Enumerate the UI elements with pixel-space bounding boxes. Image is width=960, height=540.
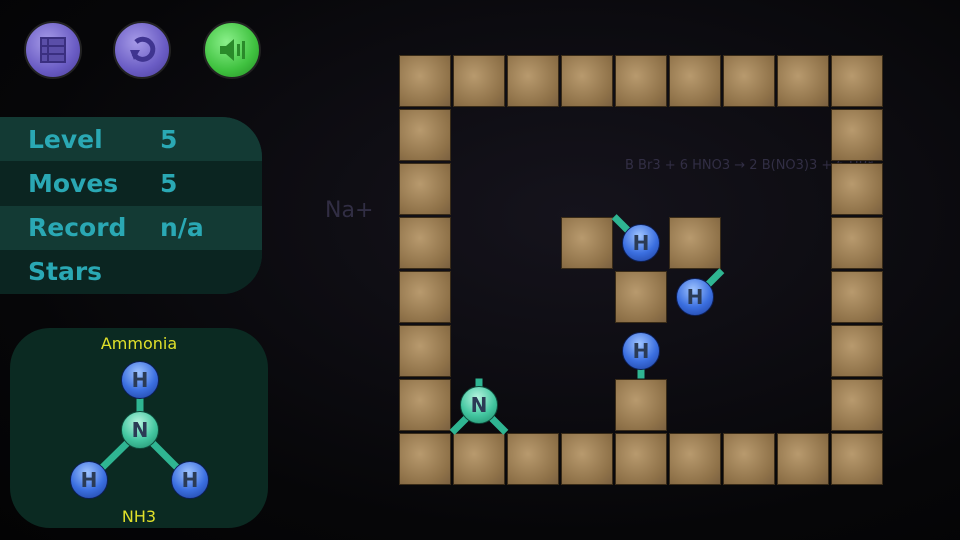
molecule-formula: NH3 bbox=[121, 507, 157, 526]
wall-tile bbox=[669, 433, 721, 485]
record-value: n/a bbox=[160, 213, 204, 243]
wall-tile bbox=[453, 433, 505, 485]
level-value: 5 bbox=[160, 124, 178, 154]
background-ion: Na+ bbox=[325, 198, 374, 223]
hydrogen-atom: H bbox=[70, 461, 108, 499]
wall-tile bbox=[831, 325, 883, 377]
wall-tile bbox=[669, 55, 721, 107]
stars-row: Stars bbox=[0, 249, 262, 294]
wall-tile bbox=[561, 55, 613, 107]
restart-icon bbox=[130, 36, 156, 62]
stars-label: Stars bbox=[28, 257, 103, 287]
wall-tile bbox=[831, 55, 883, 107]
wall-tile bbox=[723, 433, 775, 485]
wall-tile bbox=[615, 379, 667, 431]
hydrogen-atom[interactable]: H bbox=[622, 224, 660, 262]
restart-button[interactable] bbox=[113, 21, 171, 79]
sound-button[interactable] bbox=[203, 21, 261, 79]
wall-tile bbox=[831, 433, 883, 485]
wall-tile bbox=[723, 55, 775, 107]
wall-tile bbox=[831, 217, 883, 269]
wall-tile bbox=[669, 217, 721, 269]
wall-tile bbox=[777, 55, 829, 107]
wall-tile bbox=[561, 433, 613, 485]
wall-tile bbox=[615, 271, 667, 323]
wall-tile bbox=[399, 271, 451, 323]
level-menu-icon bbox=[40, 37, 66, 63]
level-menu-button[interactable] bbox=[24, 21, 82, 79]
wall-tile bbox=[399, 433, 451, 485]
nitrogen-atom: N bbox=[121, 411, 159, 449]
nitrogen-atom[interactable]: N bbox=[460, 386, 498, 424]
wall-tile bbox=[831, 379, 883, 431]
hydrogen-atom[interactable]: H bbox=[676, 278, 714, 316]
record-label: Record bbox=[28, 213, 127, 243]
wall-tile bbox=[399, 109, 451, 161]
level-label: Level bbox=[28, 124, 103, 154]
level-row: Level 5 bbox=[0, 117, 262, 162]
wall-tile bbox=[615, 433, 667, 485]
wall-tile bbox=[831, 271, 883, 323]
wall-tile bbox=[507, 55, 559, 107]
hydrogen-atom: H bbox=[171, 461, 209, 499]
wall-tile bbox=[399, 163, 451, 215]
moves-row: Moves 5 bbox=[0, 161, 262, 206]
wall-tile bbox=[399, 325, 451, 377]
moves-value: 5 bbox=[160, 168, 178, 198]
wall-tile bbox=[399, 379, 451, 431]
molecule-name: Ammonia bbox=[100, 334, 178, 353]
speaker-icon bbox=[220, 39, 245, 61]
hydrogen-atom[interactable]: H bbox=[622, 332, 660, 370]
wall-tile bbox=[561, 217, 613, 269]
wall-tile bbox=[399, 217, 451, 269]
wall-tile bbox=[453, 55, 505, 107]
wall-tile bbox=[615, 55, 667, 107]
wall-tile bbox=[831, 163, 883, 215]
hydrogen-atom: H bbox=[121, 361, 159, 399]
wall-tile bbox=[399, 55, 451, 107]
moves-label: Moves bbox=[28, 168, 119, 198]
target-molecule-panel: Ammonia NH3 HNH H bbox=[10, 328, 268, 528]
record-row: Record n/a bbox=[0, 205, 262, 250]
wall-tile bbox=[777, 433, 829, 485]
wall-tile bbox=[831, 109, 883, 161]
wall-tile bbox=[507, 433, 559, 485]
stats-panel: Level 5 Moves 5 Record n/a Stars bbox=[0, 117, 262, 294]
